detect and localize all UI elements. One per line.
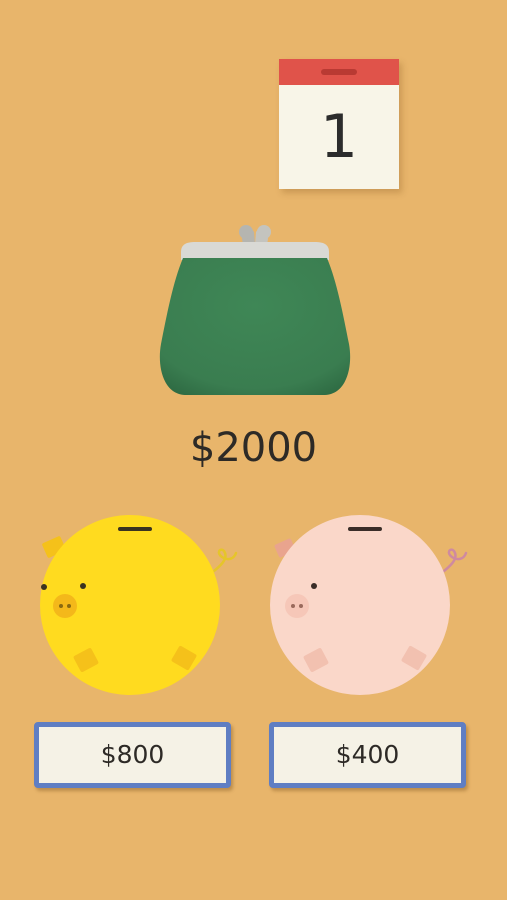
pink-piggy-bank-icon	[270, 515, 468, 695]
wallet-balance: $2000	[189, 425, 318, 471]
calendar-icon: 1	[279, 59, 399, 189]
calendar-header	[279, 59, 399, 85]
purse-body	[159, 258, 351, 395]
yellow-piggy-bank-icon	[40, 515, 238, 695]
purse-clasp-knobs	[239, 225, 271, 244]
pink-bank-amount-button[interactable]: $400	[269, 722, 466, 788]
yellow-bank-amount-button[interactable]: $800	[34, 722, 231, 788]
calendar-day-number: 1	[319, 102, 359, 172]
purse-frame	[181, 242, 329, 260]
coin-purse-icon	[159, 225, 351, 395]
game-screen: { "calendar": { "day": "1", "icon": "cal…	[0, 0, 507, 900]
calendar-binding	[321, 69, 357, 75]
